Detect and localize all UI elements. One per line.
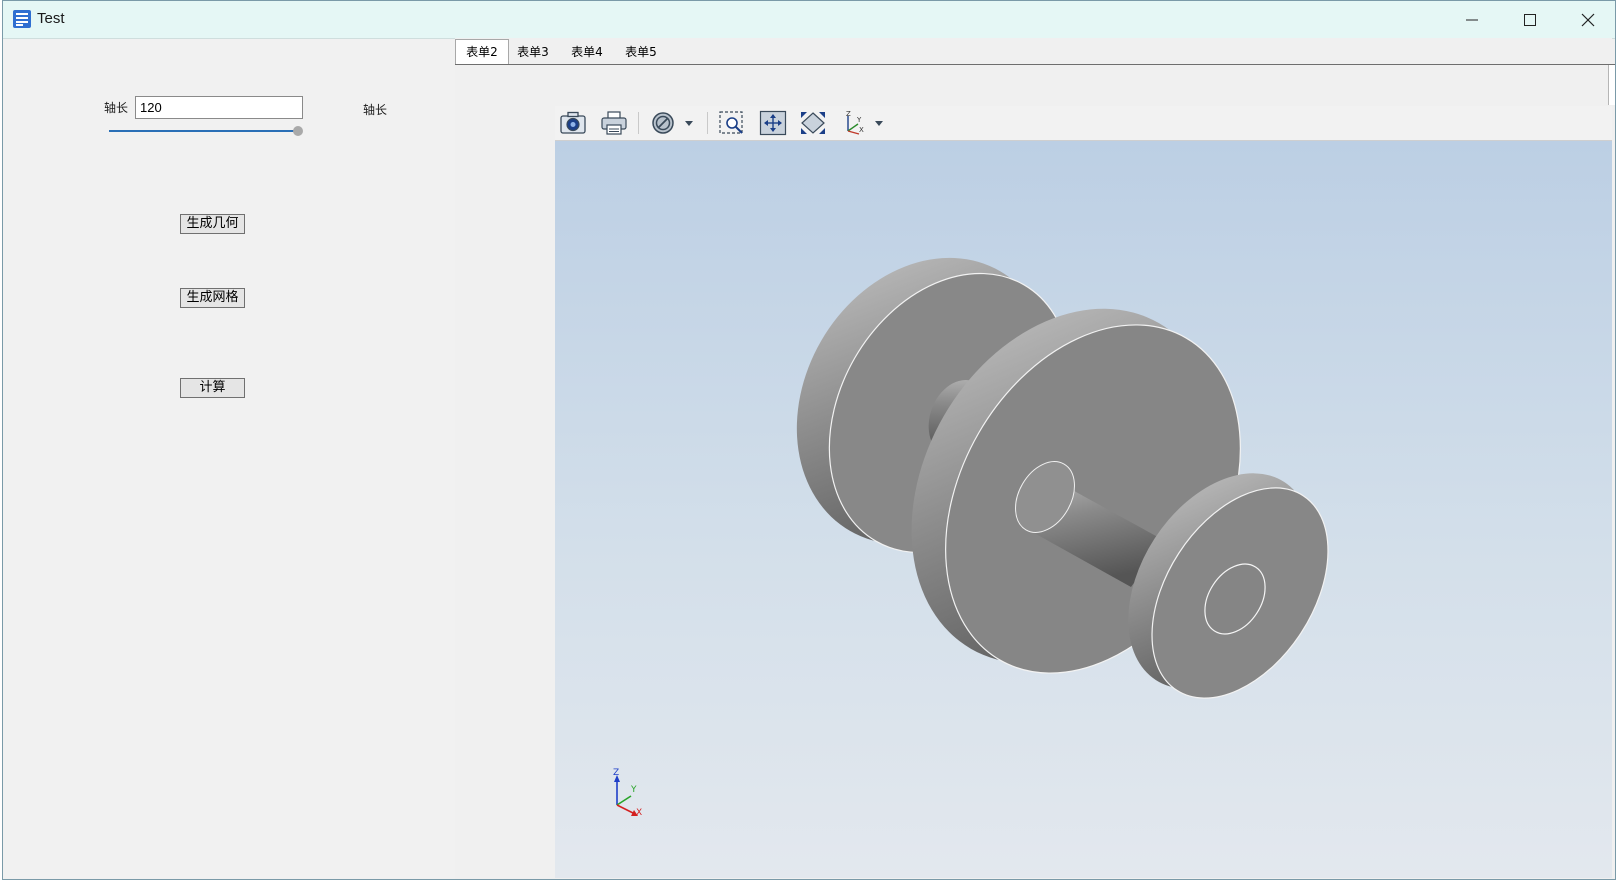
zoom-box-icon [719, 111, 743, 134]
camera-icon [560, 111, 586, 134]
axis-length-label: 轴长 [104, 101, 129, 115]
window-title: Test [37, 10, 65, 27]
slider-thumb[interactable] [293, 126, 303, 136]
svg-text:Z: Z [846, 110, 851, 118]
axis-length-input[interactable] [135, 96, 303, 119]
print-button[interactable] [599, 109, 629, 137]
clip-plane-icon [652, 112, 693, 134]
view-axes-icon: Z Y X [846, 110, 883, 135]
axis-length-slider[interactable] [109, 130, 299, 132]
orientation-triad: Z Y X [613, 768, 642, 818]
print-icon [601, 111, 627, 135]
view-axes-dropdown-button[interactable]: Z Y X [839, 109, 887, 137]
fit-all-icon [759, 110, 787, 136]
3d-viewport[interactable]: Z Y X [555, 141, 1612, 878]
toolbar-separator [707, 112, 708, 134]
app-icon [12, 9, 32, 33]
generate-geometry-button[interactable]: 生成几何 [180, 214, 245, 234]
close-button[interactable] [1559, 1, 1617, 38]
triad-y-label: Y [630, 785, 637, 795]
viewer-toolbar: Z Y X [555, 106, 1612, 141]
toolbar-separator [638, 112, 639, 134]
3d-viewer: Z Y X Z Y X [555, 106, 1612, 878]
triad-x-label: X [636, 808, 642, 818]
triad-z-label: Z [613, 768, 619, 778]
control-panel: 轴长 轴长 生成几何 生成网格 计算 [3, 39, 458, 879]
screenshot-button[interactable] [558, 109, 588, 137]
svg-text:Y: Y [856, 116, 862, 124]
tab-strip: 表单2 表单3 表单4 表单5 [455, 38, 1612, 65]
tab-form4[interactable]: 表单4 [565, 41, 609, 63]
title-bar: Test [3, 1, 1615, 39]
vertical-scrollbar[interactable] [1608, 65, 1615, 105]
clipping-dropdown-button[interactable] [649, 109, 697, 137]
svg-text:X: X [859, 126, 864, 134]
compute-button[interactable]: 计算 [180, 378, 245, 398]
tab-form3[interactable]: 表单3 [511, 41, 555, 63]
tab-form2[interactable]: 表单2 [455, 39, 509, 65]
zoom-box-button[interactable] [717, 109, 747, 137]
rotor-model: Z Y X [613, 257, 1329, 818]
minimize-icon [1466, 19, 1478, 20]
maximize-button[interactable] [1501, 1, 1559, 38]
minimize-button[interactable] [1443, 1, 1501, 38]
axis-length-value-label: 轴长 [363, 103, 388, 117]
close-icon [1581, 13, 1595, 26]
maximize-icon [1524, 13, 1536, 26]
tab-content: Z Y X Z Y X [455, 64, 1615, 879]
zoom-extents-icon [801, 112, 825, 134]
tab-form5[interactable]: 表单5 [619, 41, 663, 63]
fit-all-button[interactable] [758, 109, 788, 137]
generate-mesh-button[interactable]: 生成网格 [180, 288, 245, 308]
zoom-extents-button[interactable] [798, 109, 828, 137]
